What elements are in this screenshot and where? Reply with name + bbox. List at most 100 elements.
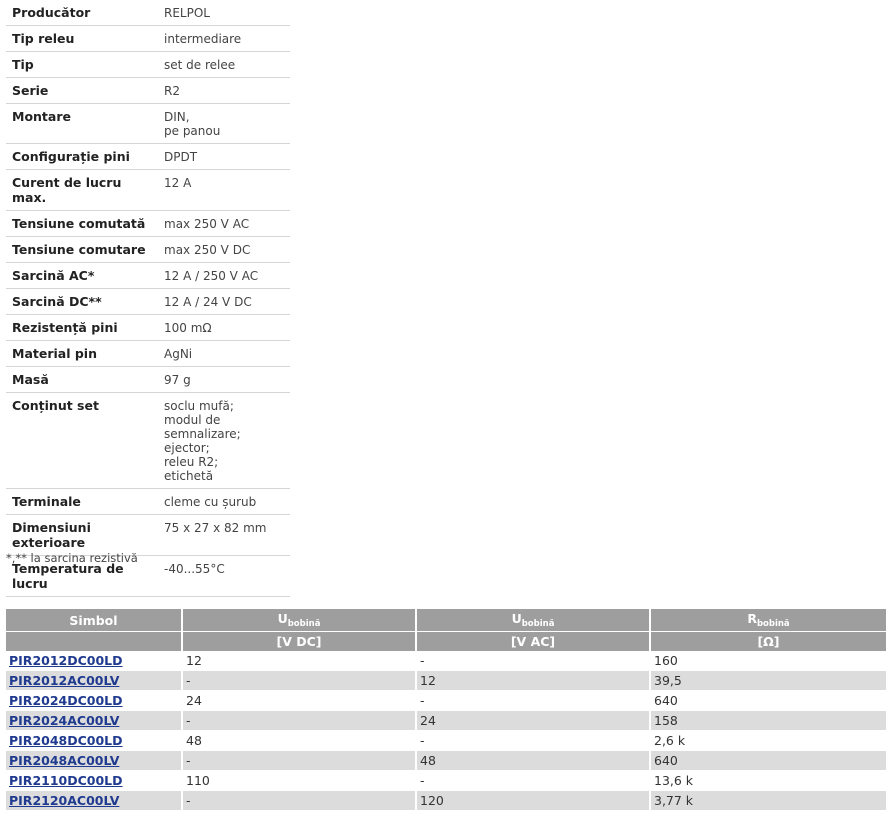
spec-row: Dimensiuni exterioare 75 x 27 x 82 mm: [6, 514, 290, 556]
spec-row: Configurație pini DPDT: [6, 143, 290, 170]
simbol-cell: PIR2110DC00LD: [6, 770, 183, 791]
spec-key: Conținut set: [6, 392, 158, 489]
spec-row: Sarcină DC** 12 A / 24 V DC: [6, 288, 290, 315]
spec-value: 12 A: [158, 169, 290, 211]
spec-key: Montare: [6, 103, 158, 144]
spec-row: Sarcină AC* 12 A / 250 V AC: [6, 262, 290, 289]
spec-value: DIN, pe panou: [158, 103, 290, 144]
spec-row: Terminale cleme cu șurub: [6, 488, 290, 515]
product-link[interactable]: PIR2012DC00LD: [9, 653, 123, 668]
specs-body: Producător RELPOL Tip releu intermediare T…: [6, 0, 290, 597]
spec-row: Montare DIN, pe panou: [6, 103, 290, 144]
product-link[interactable]: PIR2012AC00LV: [9, 673, 119, 688]
spec-key: Sarcină DC**: [6, 288, 158, 315]
products-table: Simbol Ubobină Ubobină Rbobină [V DC] [V…: [6, 609, 886, 811]
vac-cell: -: [416, 730, 651, 751]
spec-value: RELPOL: [158, 0, 290, 26]
table-row: PIR2048DC00LD 48 - 2,6 k: [6, 730, 886, 751]
spec-value: 97 g: [158, 366, 290, 393]
header-simbol: Simbol: [6, 609, 183, 632]
header-r-bobina: Rbobină: [650, 609, 886, 632]
spec-key: Dimensiuni exterioare: [6, 514, 158, 556]
header-u-subscript: bobină: [521, 619, 555, 629]
vdc-cell: -: [182, 710, 417, 731]
spec-key: Curent de lucru max.: [6, 169, 158, 211]
simbol-cell: PIR2120AC00LV: [6, 790, 183, 811]
unit-ohm: [Ω]: [650, 631, 886, 651]
vac-cell: -: [416, 690, 651, 711]
table-row: PIR2110DC00LD 110 - 13,6 k: [6, 770, 886, 791]
r-cell: 158: [650, 710, 886, 731]
spec-row: Tensiune comutare max 250 V DC: [6, 236, 290, 263]
header-u-label: U: [277, 611, 288, 626]
simbol-cell: PIR2048AC00LV: [6, 750, 183, 771]
spec-key: Producător: [6, 0, 158, 26]
vdc-cell: 12: [182, 651, 417, 671]
spec-key: Terminale: [6, 488, 158, 515]
product-link[interactable]: PIR2120AC00LV: [9, 793, 119, 808]
spec-row: Tensiune comutată max 250 V AC: [6, 210, 290, 237]
r-cell: 2,6 k: [650, 730, 886, 751]
unit-empty: [6, 631, 183, 651]
vdc-cell: -: [182, 750, 417, 771]
spec-key: Rezistență pini: [6, 314, 158, 341]
vac-cell: 12: [416, 670, 651, 691]
spec-key: Tip: [6, 51, 158, 78]
simbol-cell: PIR2012DC00LD: [6, 651, 183, 671]
spec-row: Tip set de relee: [6, 51, 290, 78]
vdc-cell: 24: [182, 690, 417, 711]
spec-key: Masă: [6, 366, 158, 393]
spec-value: intermediare: [158, 25, 290, 52]
products-header: Simbol Ubobină Ubobină Rbobină [V DC] [V…: [6, 609, 886, 651]
product-link[interactable]: PIR2024DC00LD: [9, 693, 123, 708]
header-r-label: R: [747, 611, 757, 626]
unit-vac: [V AC]: [416, 631, 651, 651]
header-u-label: U: [511, 611, 522, 626]
spec-value: -40...55°C: [158, 555, 290, 597]
r-cell: 640: [650, 750, 886, 771]
table-row: PIR2012DC00LD 12 - 160: [6, 651, 886, 671]
products-body: PIR2012DC00LD 12 - 160 PIR2012AC00LV - 1…: [6, 651, 886, 811]
vdc-cell: 110: [182, 770, 417, 791]
unit-vdc: [V DC]: [182, 631, 417, 651]
header-row: Simbol Ubobină Ubobină Rbobină: [6, 609, 886, 632]
vdc-cell: -: [182, 670, 417, 691]
product-link[interactable]: PIR2110DC00LD: [9, 773, 123, 788]
table-row: PIR2012AC00LV - 12 39,5: [6, 670, 886, 691]
r-cell: 3,77 k: [650, 790, 886, 811]
spec-key: Tensiune comutată: [6, 210, 158, 237]
spec-row: Serie R2: [6, 77, 290, 104]
spec-row: Tip releu intermediare: [6, 25, 290, 52]
spec-row: Conținut set soclu mufă; modul de semnali…: [6, 392, 290, 489]
vdc-cell: 48: [182, 730, 417, 751]
header-u-bobina-ac: Ubobină: [416, 609, 651, 632]
r-cell: 13,6 k: [650, 770, 886, 791]
spec-value: 12 A / 24 V DC: [158, 288, 290, 315]
table-row: PIR2024AC00LV - 24 158: [6, 710, 886, 731]
product-link[interactable]: PIR2048AC00LV: [9, 753, 119, 768]
simbol-cell: PIR2012AC00LV: [6, 670, 183, 691]
vac-cell: 120: [416, 790, 651, 811]
spec-value: 75 x 27 x 82 mm: [158, 514, 290, 556]
spec-row: Rezistență pini 100 mΩ: [6, 314, 290, 341]
spec-value: max 250 V AC: [158, 210, 290, 237]
spec-value: R2: [158, 77, 290, 104]
product-link[interactable]: PIR2048DC00LD: [9, 733, 123, 748]
specs-table: Producător RELPOL Tip releu intermediare T…: [6, 0, 290, 597]
product-link[interactable]: PIR2024AC00LV: [9, 713, 119, 728]
spec-key: Tip releu: [6, 25, 158, 52]
spec-key: Tensiune comutare: [6, 236, 158, 263]
spec-key: Configurație pini: [6, 143, 158, 170]
vac-cell: 48: [416, 750, 651, 771]
spec-value: set de relee: [158, 51, 290, 78]
units-row: [V DC] [V AC] [Ω]: [6, 631, 886, 651]
spec-key: Sarcină AC*: [6, 262, 158, 289]
vdc-cell: -: [182, 790, 417, 811]
spec-key: Serie: [6, 77, 158, 104]
spec-row: Masă 97 g: [6, 366, 290, 393]
spec-key: Material pin: [6, 340, 158, 367]
spec-value: 12 A / 250 V AC: [158, 262, 290, 289]
r-cell: 640: [650, 690, 886, 711]
simbol-cell: PIR2024AC00LV: [6, 710, 183, 731]
spec-value: soclu mufă; modul de semnalizare; ejecto…: [158, 392, 290, 489]
